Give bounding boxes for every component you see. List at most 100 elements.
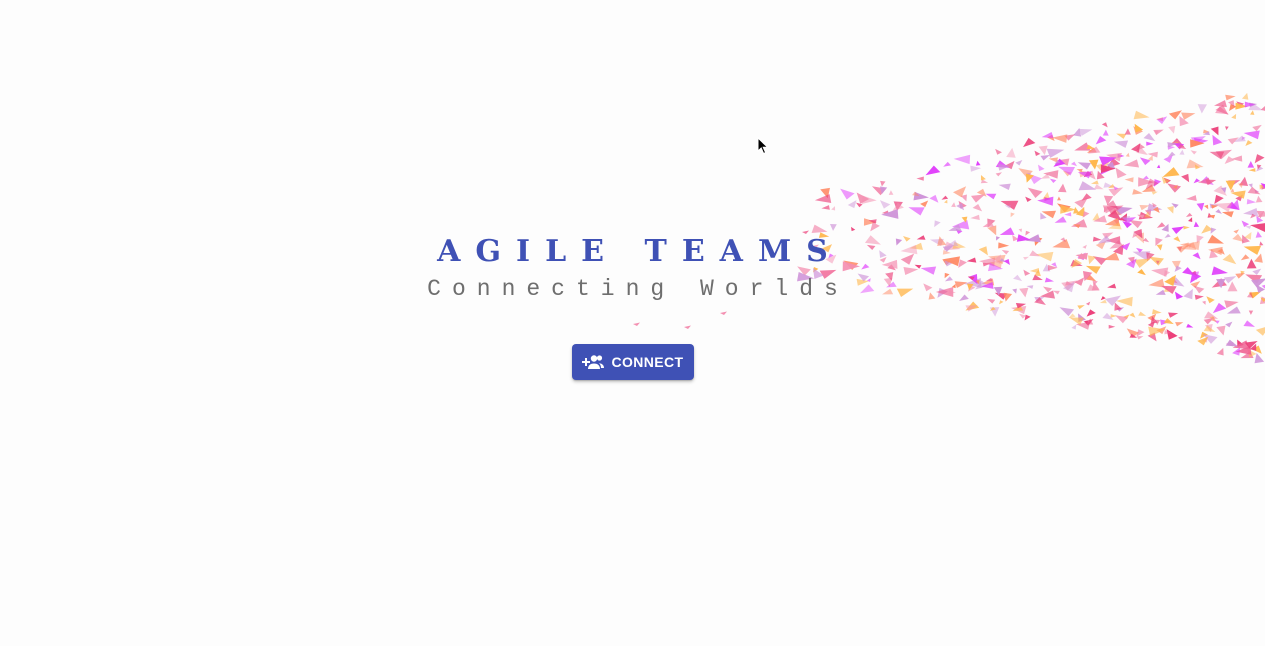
flock-particle bbox=[1057, 166, 1076, 176]
flock-particle bbox=[1059, 307, 1075, 317]
flock-particle bbox=[1225, 126, 1229, 131]
flock-particle bbox=[1106, 200, 1119, 210]
connect-button-label: CONNECT bbox=[611, 354, 684, 370]
flock-particle bbox=[1139, 157, 1151, 166]
flock-particle bbox=[970, 194, 986, 203]
flock-particle bbox=[1038, 164, 1045, 172]
flock-particle bbox=[1113, 185, 1119, 191]
flock-particle bbox=[1208, 214, 1216, 219]
flock-particle bbox=[995, 172, 1002, 177]
flock-particle bbox=[1041, 131, 1054, 139]
flock-particle bbox=[1141, 184, 1156, 193]
particle-flock-decoration bbox=[633, 92, 1265, 364]
flock-particle bbox=[1171, 203, 1179, 209]
flock-particle bbox=[893, 201, 903, 211]
flock-particle bbox=[1083, 319, 1094, 326]
flock-particle bbox=[1113, 140, 1129, 148]
flock-particle bbox=[1255, 195, 1263, 203]
flock-particle bbox=[1197, 336, 1209, 346]
group-add-icon bbox=[582, 354, 605, 370]
flock-particle bbox=[1093, 184, 1104, 190]
flock-particle bbox=[1161, 176, 1170, 184]
connect-button[interactable]: CONNECT bbox=[572, 344, 694, 380]
flock-particle bbox=[1196, 202, 1205, 211]
flock-particle bbox=[1193, 178, 1201, 184]
flock-particle bbox=[1231, 155, 1243, 162]
flock-particle bbox=[1245, 140, 1253, 146]
flock-particle bbox=[944, 199, 948, 204]
flock-particle bbox=[1244, 225, 1252, 230]
flock-particle bbox=[1138, 211, 1154, 220]
flock-particle bbox=[1144, 209, 1152, 217]
flock-particle bbox=[1096, 170, 1105, 180]
flock-particle bbox=[1069, 317, 1084, 325]
flock-particle bbox=[1107, 210, 1122, 221]
flock-particle bbox=[1231, 113, 1237, 120]
flock-particle bbox=[1166, 329, 1178, 340]
flock-particle bbox=[1179, 115, 1189, 127]
flock-particle bbox=[1057, 196, 1062, 201]
flock-particle bbox=[1026, 173, 1031, 178]
flock-particle bbox=[1202, 334, 1218, 344]
flock-particle bbox=[1260, 105, 1265, 111]
flock-particle bbox=[975, 160, 981, 166]
flock-particle bbox=[1234, 135, 1246, 143]
flock-particle bbox=[1200, 331, 1208, 339]
flock-particle bbox=[1076, 168, 1083, 173]
flock-particle bbox=[998, 183, 1011, 191]
flock-particle bbox=[1156, 326, 1167, 335]
flock-particle bbox=[1247, 348, 1257, 358]
flock-particle bbox=[1190, 150, 1197, 155]
flock-particle bbox=[980, 175, 986, 181]
flock-particle bbox=[879, 200, 891, 209]
flock-particle bbox=[925, 165, 941, 176]
flock-particle bbox=[1064, 212, 1072, 217]
flock-particle bbox=[982, 220, 994, 228]
flock-particle bbox=[987, 218, 996, 228]
flock-particle bbox=[1256, 164, 1262, 170]
flock-particle bbox=[1186, 195, 1197, 201]
flock-particle bbox=[1092, 212, 1101, 221]
flock-particle bbox=[1090, 180, 1099, 185]
flock-particle bbox=[1153, 129, 1164, 136]
flock-particle bbox=[1215, 104, 1229, 115]
flock-particle bbox=[1248, 168, 1256, 172]
flock-particle bbox=[720, 311, 727, 315]
flock-particle bbox=[1119, 213, 1128, 222]
flock-particle bbox=[1071, 219, 1088, 228]
flock-particle bbox=[1037, 196, 1054, 206]
flock-particle bbox=[1113, 219, 1120, 226]
flock-particle bbox=[985, 193, 997, 200]
flock-particle bbox=[1087, 318, 1094, 325]
flock-particle bbox=[1107, 222, 1122, 230]
flock-particle bbox=[1117, 153, 1125, 158]
flock-particle bbox=[1115, 315, 1128, 324]
flock-particle bbox=[1225, 180, 1236, 191]
mouse-pointer-icon bbox=[757, 137, 769, 155]
flock-particle bbox=[1173, 184, 1178, 189]
flock-particle bbox=[863, 218, 877, 226]
flock-particle bbox=[1103, 195, 1114, 206]
flock-particle bbox=[1248, 310, 1254, 315]
flock-particle bbox=[1150, 316, 1158, 324]
flock-particle bbox=[1202, 336, 1208, 343]
flock-particle bbox=[888, 190, 894, 195]
flock-particle bbox=[1250, 213, 1256, 219]
flock-particle bbox=[1147, 151, 1158, 158]
flock-particle bbox=[1070, 161, 1078, 167]
flock-particle bbox=[1133, 110, 1150, 120]
flock-particle bbox=[1025, 196, 1032, 203]
flock-particle bbox=[1147, 203, 1163, 212]
flock-particle bbox=[1214, 202, 1233, 212]
flock-particle bbox=[1131, 143, 1141, 153]
flock-particle bbox=[972, 203, 983, 212]
flock-particle bbox=[840, 188, 855, 200]
flock-particle bbox=[1136, 336, 1144, 340]
flock-particle bbox=[879, 186, 888, 195]
flock-particle bbox=[1085, 170, 1096, 180]
flock-particle bbox=[1073, 128, 1082, 137]
flock-particle bbox=[1047, 134, 1055, 142]
flock-particle bbox=[1143, 132, 1156, 142]
hero-subtitle: Connecting Worlds bbox=[427, 276, 849, 302]
flock-particle bbox=[1043, 170, 1059, 179]
